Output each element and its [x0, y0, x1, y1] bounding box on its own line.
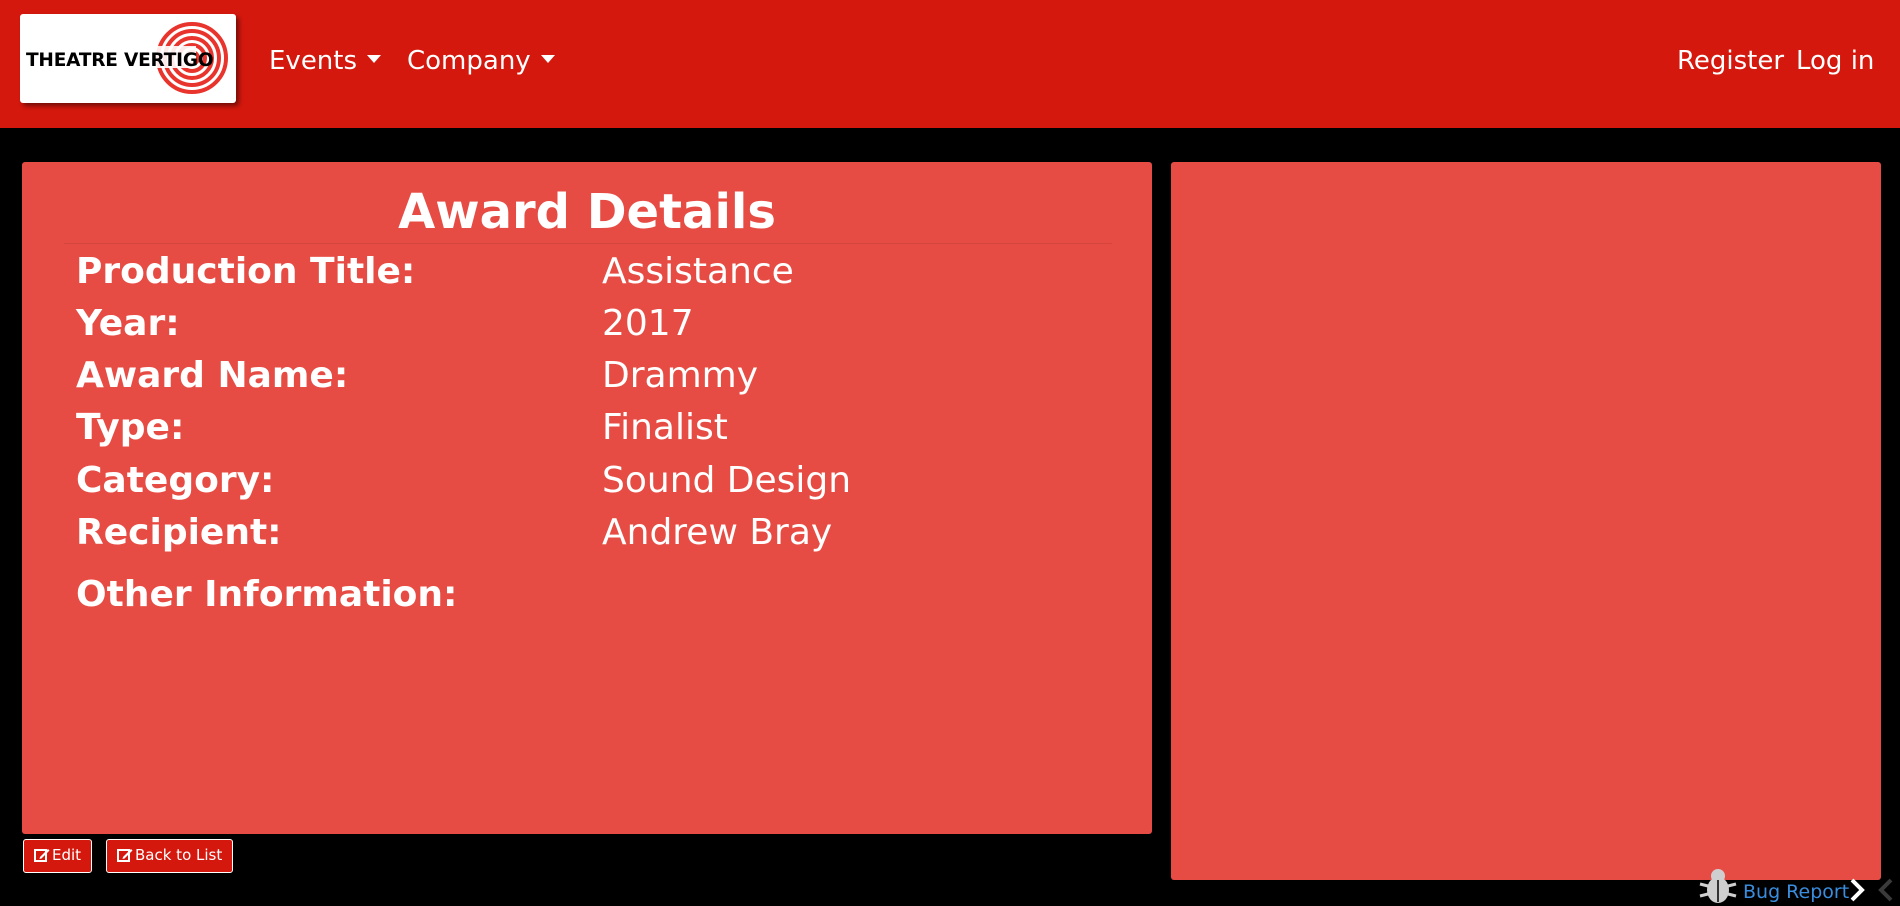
- year-label: Year:: [76, 303, 180, 344]
- bug-report-link[interactable]: Bug Report: [1743, 880, 1849, 904]
- production-title-label: Production Title:: [76, 251, 416, 292]
- award-name-label: Award Name:: [76, 355, 349, 396]
- theatre-vertigo-logo[interactable]: THEATRE VERTIGO: [20, 14, 236, 103]
- award-details-panel: Award Details Production Title: Assistan…: [22, 162, 1152, 834]
- production-title-value: Assistance: [602, 251, 794, 292]
- category-label: Category:: [76, 460, 275, 501]
- chevron-left-icon[interactable]: [1878, 878, 1894, 902]
- nav-events-dropdown[interactable]: Events: [269, 44, 382, 78]
- caret-down-icon: [540, 54, 555, 63]
- title-divider: [64, 243, 1112, 244]
- nav-company-label: Company: [407, 46, 531, 76]
- page-title: Award Details: [398, 184, 776, 240]
- side-panel: [1171, 162, 1881, 880]
- edit-button-label: Edit: [52, 846, 82, 864]
- logo-text: THEATRE VERTIGO: [26, 50, 214, 71]
- recipient-label: Recipient:: [76, 512, 282, 553]
- nav-events-label: Events: [269, 46, 358, 76]
- edit-button[interactable]: Edit: [23, 839, 93, 873]
- category-value: Sound Design: [602, 460, 852, 501]
- chevron-right-icon[interactable]: [1849, 878, 1865, 902]
- navbar: THEATRE VERTIGO Events Company Register …: [0, 0, 1900, 128]
- back-to-list-label: Back to List: [135, 846, 223, 864]
- nav-company-dropdown[interactable]: Company: [407, 44, 555, 78]
- year-value: 2017: [602, 303, 694, 344]
- other-information-label: Other Information:: [76, 574, 458, 615]
- caret-down-icon: [367, 54, 382, 63]
- register-link[interactable]: Register: [1677, 44, 1784, 78]
- edit-icon: [117, 849, 133, 862]
- type-label: Type:: [76, 407, 185, 448]
- back-to-list-button[interactable]: Back to List: [106, 839, 234, 873]
- recipient-value: Andrew Bray: [602, 512, 833, 553]
- award-name-value: Drammy: [602, 355, 759, 396]
- type-value: Finalist: [602, 407, 728, 448]
- login-link[interactable]: Log in: [1796, 44, 1874, 78]
- edit-icon: [34, 849, 50, 862]
- bug-icon: [1699, 869, 1737, 903]
